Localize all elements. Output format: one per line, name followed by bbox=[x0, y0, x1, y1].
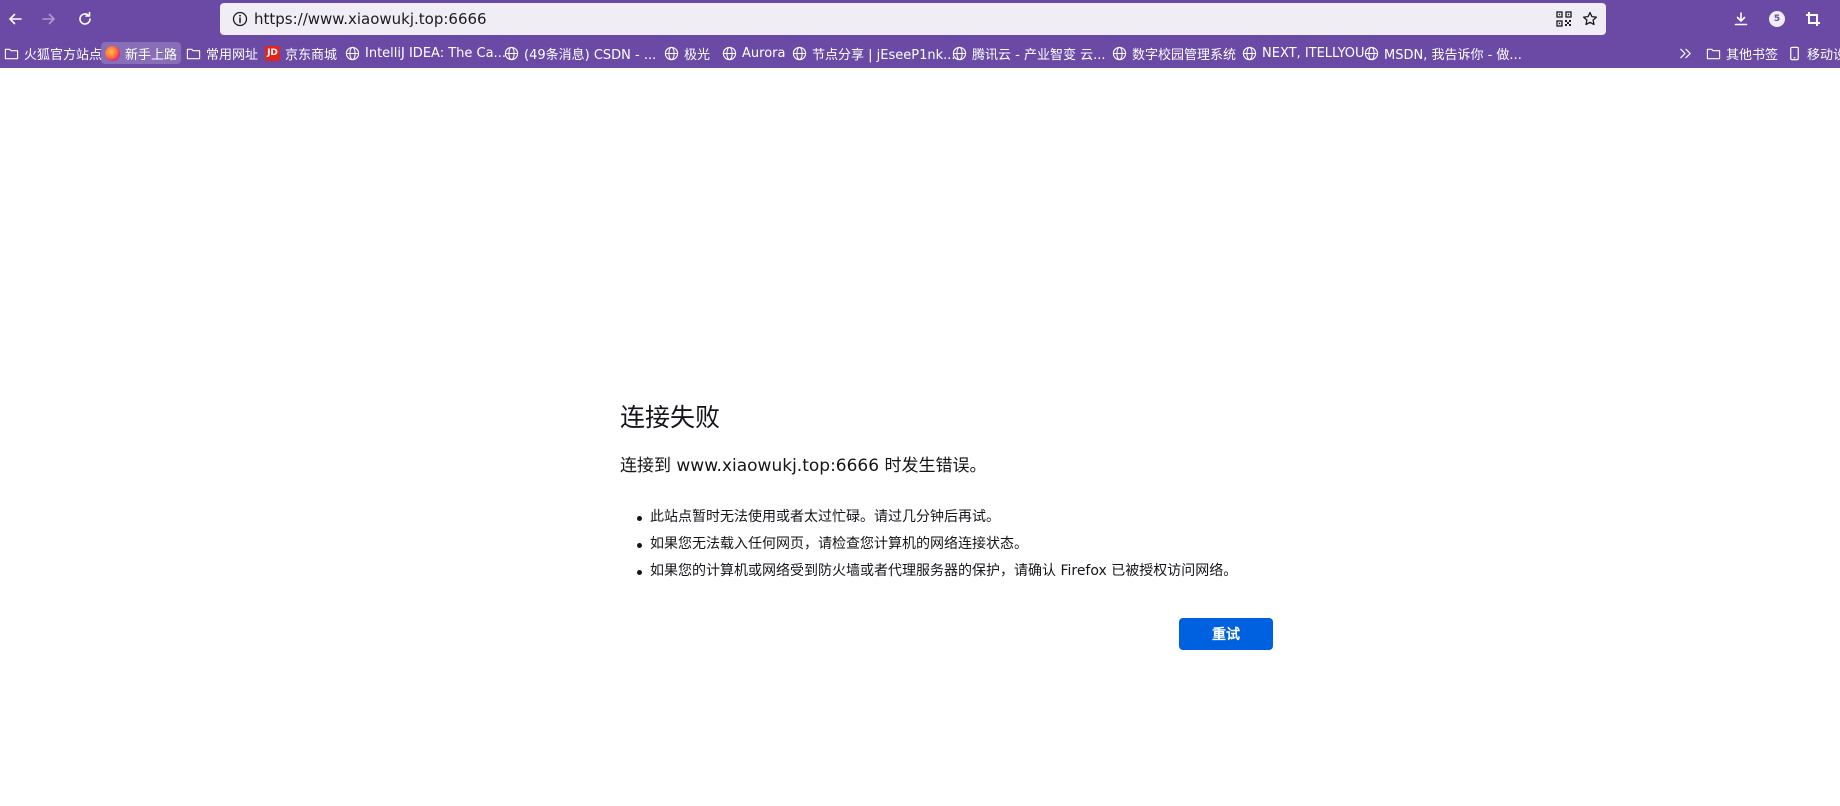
chevron-double-right-icon bbox=[1680, 48, 1691, 58]
reload-button[interactable] bbox=[70, 4, 100, 34]
url-bar[interactable]: https://www.xiaowukj.top:6666 bbox=[220, 3, 1606, 35]
globe-icon bbox=[792, 46, 807, 60]
jd-icon: JD bbox=[265, 45, 280, 61]
bookmark-label: (49条消息) CSDN - ... bbox=[524, 47, 657, 63]
bookmark-item[interactable]: Aurora bbox=[718, 42, 789, 64]
bookmarks-toolbar: 火狐官方站点 新手上路 常用网址 JD 京东商城 IntelliJ IDEA: … bbox=[0, 41, 1840, 65]
bookmark-label: 常用网址 bbox=[206, 47, 259, 63]
globe-icon bbox=[952, 46, 967, 60]
bookmark-label: Aurora bbox=[742, 45, 786, 61]
bookmark-label: 节点分享 | jEseeP1nk... bbox=[812, 47, 956, 63]
error-title: 连接失败 bbox=[620, 403, 721, 432]
bookmarks-overflow-button[interactable] bbox=[1674, 42, 1697, 64]
bookmark-item[interactable]: 腾讯云 - 产业智变 云... bbox=[948, 42, 1110, 64]
globe-icon bbox=[1364, 46, 1379, 60]
bookmark-label: 数字校园管理系统 bbox=[1132, 47, 1237, 63]
info-icon[interactable] bbox=[232, 11, 248, 27]
bookmark-item[interactable]: 极光 bbox=[660, 42, 714, 64]
bookmark-item[interactable]: (49条消息) CSDN - ... bbox=[500, 42, 660, 64]
folder-icon bbox=[4, 48, 19, 59]
bookmark-label: 火狐官方站点 bbox=[24, 47, 103, 63]
back-button[interactable] bbox=[0, 4, 30, 34]
mobile-bookmarks-folder[interactable]: 移动设 bbox=[1783, 42, 1840, 64]
error-page-content: 连接失败 连接到 www.xiaowukj.top:6666 时发生错误。 此站… bbox=[620, 400, 1273, 585]
bookmark-item[interactable]: MSDN, 我告诉你 - 做... bbox=[1360, 42, 1526, 64]
globe-icon bbox=[1242, 46, 1257, 60]
list-item: 此站点暂时无法使用或者太过忙碌。请过几分钟后再试。 bbox=[620, 504, 1273, 531]
firefox-icon bbox=[105, 45, 120, 61]
bookmark-label: 腾讯云 - 产业智变 云... bbox=[972, 47, 1106, 63]
download-icon bbox=[1734, 12, 1748, 26]
bookmark-item[interactable]: 火狐官方站点 bbox=[0, 42, 106, 64]
bookmark-label: 新手上路 bbox=[125, 47, 178, 63]
qr-code-icon[interactable] bbox=[1556, 11, 1572, 27]
bookmark-label: 极光 bbox=[684, 47, 711, 63]
crop-icon bbox=[1806, 12, 1820, 26]
other-bookmarks-folder[interactable]: 其他书签 bbox=[1702, 42, 1782, 64]
bookmark-item[interactable]: 数字校园管理系统 bbox=[1108, 42, 1240, 64]
bookmark-item[interactable]: 常用网址 bbox=[182, 42, 262, 64]
folder-icon bbox=[1706, 48, 1721, 59]
bookmark-item[interactable]: 节点分享 | jEseeP1nk... bbox=[788, 42, 960, 64]
list-item: 如果您的计算机或网络受到防火墙或者代理服务器的保护，请确认 Firefox 已被… bbox=[620, 558, 1273, 585]
bookmark-item[interactable]: 新手上路 bbox=[101, 42, 182, 64]
bookmark-label: IntelliJ IDEA: The Ca... bbox=[365, 45, 506, 61]
navigation-toolbar: https://www.xiaowukj.top:6666 5 bbox=[0, 0, 1840, 38]
downloads-button[interactable] bbox=[1731, 9, 1751, 29]
bookmark-item[interactable]: JD 京东商城 bbox=[261, 42, 341, 64]
extension-badge-button[interactable]: 5 bbox=[1767, 9, 1787, 29]
bookmark-label: MSDN, 我告诉你 - 做... bbox=[1384, 47, 1522, 63]
retry-button[interactable]: 重试 bbox=[1179, 618, 1273, 650]
globe-icon bbox=[722, 46, 737, 60]
badge-count: 5 bbox=[1769, 11, 1785, 27]
star-icon[interactable] bbox=[1582, 11, 1598, 27]
folder-icon bbox=[186, 48, 201, 59]
mobile-phone-icon bbox=[1790, 46, 1799, 60]
list-item: 如果您无法载入任何网页，请检查您计算机的网络连接状态。 bbox=[620, 531, 1273, 558]
globe-icon bbox=[1112, 46, 1127, 60]
arrow-right-icon bbox=[42, 13, 55, 25]
globe-icon bbox=[504, 46, 519, 60]
bookmark-item[interactable]: NEXT, ITELLYOU bbox=[1238, 42, 1369, 64]
bookmark-item[interactable]: IntelliJ IDEA: The Ca... bbox=[341, 42, 510, 64]
browser-chrome: https://www.xiaowukj.top:6666 5 火狐官方站点 新… bbox=[0, 0, 1840, 68]
bookmark-label: 移动设 bbox=[1807, 47, 1840, 63]
forward-button[interactable] bbox=[34, 4, 64, 34]
error-tips-list: 此站点暂时无法使用或者太过忙碌。请过几分钟后再试。 如果您无法载入任何网页，请检… bbox=[620, 504, 1273, 585]
bookmark-label: 其他书签 bbox=[1726, 47, 1779, 63]
bookmark-label: 京东商城 bbox=[285, 47, 338, 63]
globe-icon bbox=[345, 46, 360, 60]
globe-icon bbox=[664, 46, 679, 60]
bookmark-label: NEXT, ITELLYOU bbox=[1262, 45, 1365, 61]
url-text[interactable]: https://www.xiaowukj.top:6666 bbox=[254, 3, 487, 35]
error-description: 连接到 www.xiaowukj.top:6666 时发生错误。 bbox=[620, 456, 987, 476]
arrow-left-icon bbox=[9, 13, 22, 25]
crop-screenshot-button[interactable] bbox=[1803, 9, 1823, 29]
reload-icon bbox=[79, 11, 91, 25]
